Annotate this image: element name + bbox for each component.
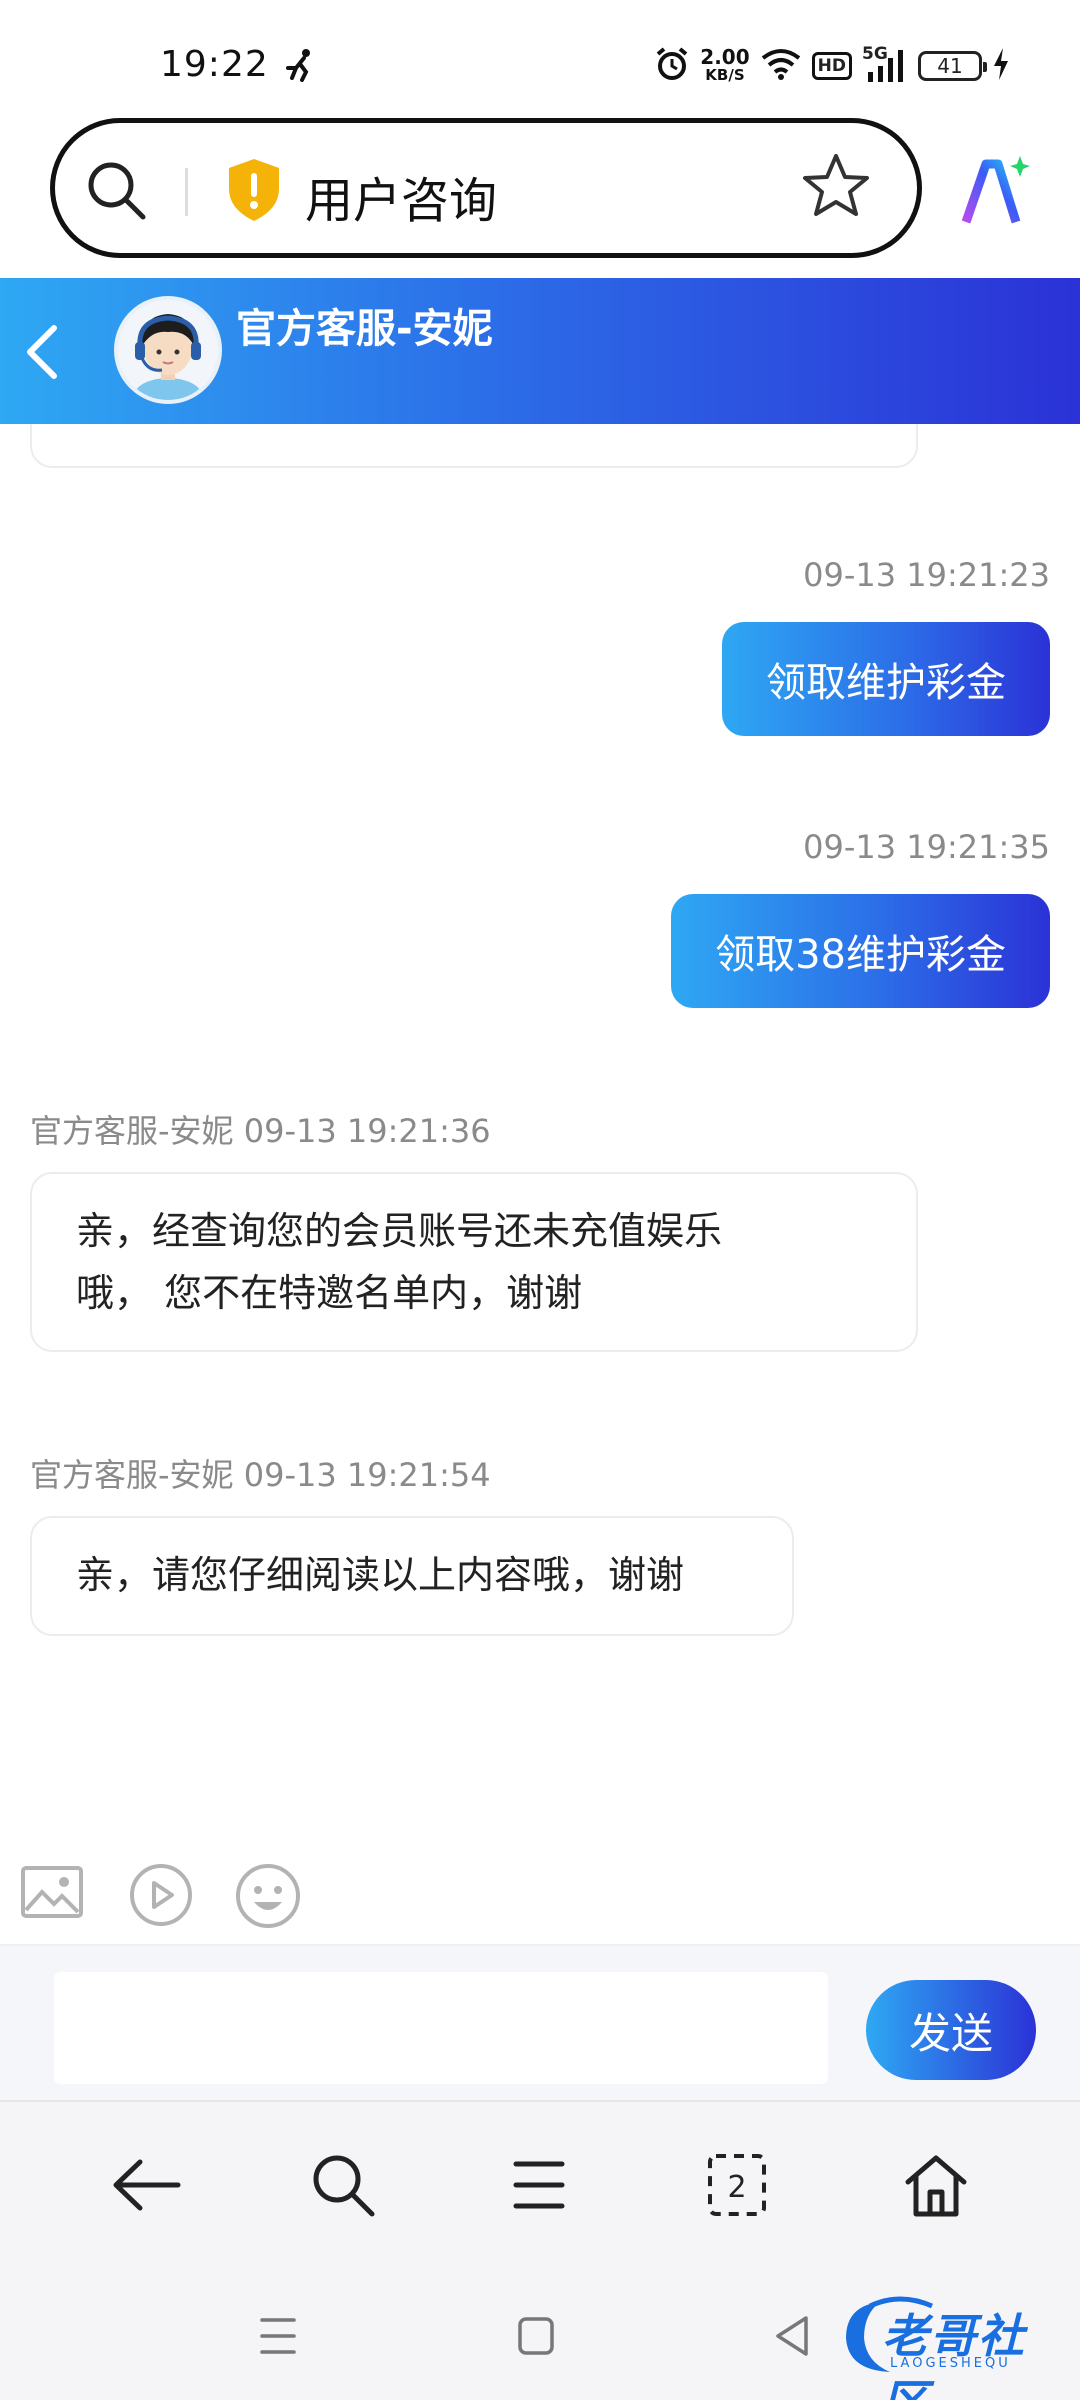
tab-count: 2 [727, 2170, 746, 2205]
home-icon[interactable] [902, 2152, 970, 2222]
message-text-line: 哦， 您不在特邀名单内，谢谢 [76, 1271, 583, 1315]
system-nav-bar: 老哥社区 LAOGESHEQU [0, 2270, 1080, 2400]
message-bubble-partial [30, 424, 918, 468]
incoming-message-meta: 官方客服-安妮 09-13 19:21:36 [30, 1106, 491, 1152]
chat-header: 官方客服-安妮 [0, 278, 1080, 424]
back-triangle-icon[interactable] [772, 2314, 812, 2362]
back-chevron-icon[interactable] [20, 322, 64, 386]
battery-indicator: 41 [918, 51, 987, 81]
tabs-icon[interactable]: 2 [706, 2152, 768, 2222]
net-speed: 2.00 KB/S [700, 45, 750, 84]
watermark-text: 老哥社区 [882, 2309, 1026, 2400]
video-play-icon[interactable] [128, 1862, 194, 1932]
agent-name: 官方客服-安妮 [236, 306, 493, 352]
status-bar: 19:22 2.00 KB/S HD 5G 41 [0, 0, 1080, 120]
watermark-subtext: LAOGESHEQU [890, 2356, 1011, 2371]
status-time: 19:22 [160, 44, 269, 85]
attachment-toolbar [0, 1844, 1080, 1944]
recents-menu-icon[interactable] [258, 2314, 298, 2362]
watermark-logo: 老哥社区 LAOGESHEQU [840, 2292, 1064, 2400]
bookmark-star-icon[interactable] [801, 151, 871, 225]
charging-icon [992, 47, 1010, 85]
signal-icon: 5G [862, 44, 908, 84]
page-title: 用户咨询 [305, 173, 498, 229]
url-box[interactable]: 用户咨询 [50, 118, 922, 258]
home-square-icon[interactable] [516, 2314, 556, 2362]
message-timestamp: 09-13 19:21:54 [243, 1456, 491, 1494]
ai-assistant-icon[interactable] [958, 152, 1032, 232]
alarm-icon [654, 46, 690, 86]
security-shield-icon[interactable] [225, 157, 283, 227]
hd-badge: HD [811, 52, 852, 80]
status-icons: 2.00 KB/S HD 5G 41 [654, 44, 1010, 88]
composer: 发送 [0, 1944, 1080, 2100]
incoming-message-meta: 官方客服-安妮 09-13 19:21:54 [30, 1450, 491, 1496]
search-icon[interactable] [310, 2152, 376, 2222]
incoming-message-bubble[interactable]: 亲，请您仔细阅读以上内容哦，谢谢 [30, 1516, 794, 1636]
image-icon[interactable] [20, 1862, 84, 1926]
message-sender: 官方客服-安妮 [30, 1456, 234, 1494]
message-sender: 官方客服-安妮 [30, 1112, 234, 1150]
incoming-message-bubble[interactable]: 亲，经查询您的会员账号还未充值娱乐 哦， 您不在特邀名单内，谢谢 [30, 1172, 918, 1352]
agent-avatar[interactable] [114, 296, 222, 404]
emoji-icon[interactable] [234, 1862, 302, 1934]
menu-icon[interactable] [512, 2152, 566, 2222]
send-button[interactable]: 发送 [866, 1980, 1036, 2080]
message-timestamp: 09-13 19:21:36 [243, 1112, 491, 1150]
message-timestamp: 09-13 19:21:23 [803, 556, 1050, 594]
browser-nav-bar: 2 [0, 2100, 1080, 2270]
outgoing-message-bubble[interactable]: 领取维护彩金 [722, 622, 1050, 736]
wifi-icon [760, 48, 802, 84]
browser-address-bar: 用户咨询 [0, 108, 1080, 278]
divider [185, 168, 188, 216]
message-input[interactable] [54, 1972, 828, 2084]
chat-thread[interactable]: 09-13 19:21:23 领取维护彩金 09-13 19:21:35 领取3… [0, 424, 1080, 1844]
message-text-line: 亲，经查询您的会员账号还未充值娱乐 [76, 1209, 723, 1253]
outgoing-message-bubble[interactable]: 领取38维护彩金 [671, 894, 1050, 1008]
running-figure-icon [282, 48, 318, 86]
search-icon[interactable] [85, 159, 149, 227]
message-timestamp: 09-13 19:21:35 [803, 828, 1050, 866]
back-arrow-icon[interactable] [110, 2152, 182, 2222]
